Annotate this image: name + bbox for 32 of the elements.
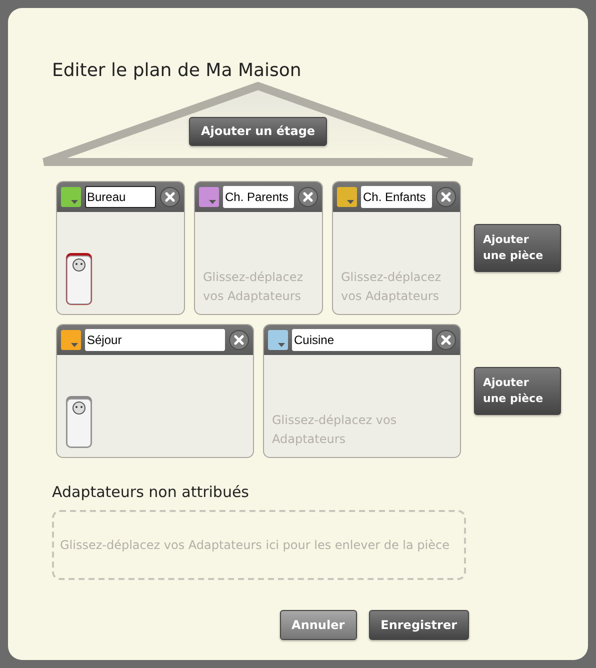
caret-icon xyxy=(278,343,285,347)
close-icon[interactable] xyxy=(436,330,456,350)
room-color-picker[interactable] xyxy=(268,330,288,350)
close-icon[interactable] xyxy=(160,187,180,207)
dialog-title: Editer le plan de Ma Maison xyxy=(52,60,302,82)
adapter-plug-icon[interactable] xyxy=(65,252,93,306)
room-color-picker[interactable] xyxy=(61,187,81,207)
save-button[interactable]: Enregistrer xyxy=(368,610,469,640)
room-name-field[interactable]: Ch. Parents xyxy=(223,186,294,208)
room-color-picker[interactable] xyxy=(337,187,357,207)
drop-hint: Glissez-déplacez vos Adaptateurs xyxy=(341,269,442,305)
caret-icon xyxy=(71,200,78,204)
close-icon[interactable] xyxy=(298,187,318,207)
caret-icon xyxy=(347,200,354,204)
caret-icon xyxy=(71,343,78,347)
drop-hint: Glissez-déplacez vos Adaptateurs ici pour les enlever de la pièce xyxy=(60,536,450,554)
room-name-field[interactable]: Ch. Enfants xyxy=(361,186,432,208)
drop-hint: Glissez-déplacez vos Adaptateurs xyxy=(272,412,398,448)
adapter-plug-icon[interactable] xyxy=(65,395,93,449)
room-name-field[interactable]: Séjour xyxy=(85,329,225,351)
add-room-button[interactable]: Ajouter une pièce xyxy=(474,224,561,272)
add-room-button[interactable]: Ajouter une pièce xyxy=(474,367,561,415)
drop-hint: Glissez-déplacez vos Adaptateurs xyxy=(203,269,304,305)
close-icon[interactable] xyxy=(436,187,456,207)
room-name-field[interactable]: Bureau xyxy=(85,186,156,208)
room-color-picker[interactable] xyxy=(199,187,219,207)
room-color-picker[interactable] xyxy=(61,330,81,350)
section-title: Adaptateurs non attribués xyxy=(52,482,250,502)
room-name-field[interactable]: Cuisine xyxy=(292,329,432,351)
close-icon[interactable] xyxy=(229,330,249,350)
caret-icon xyxy=(209,200,216,204)
add-floor-button[interactable]: Ajouter un étage xyxy=(188,116,328,146)
